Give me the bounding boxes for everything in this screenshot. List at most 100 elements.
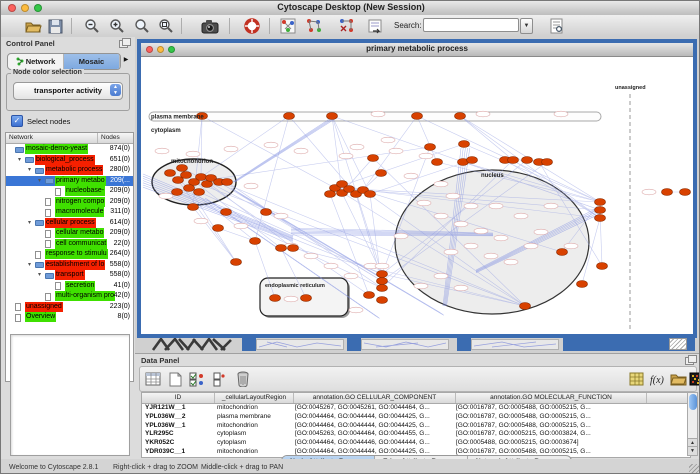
network-node[interactable]: [597, 263, 608, 270]
table-cell[interactable]: [GO:0044464, GO:0044444, GO:0044425, G..…: [292, 422, 453, 431]
background-window-edge[interactable]: [347, 338, 361, 351]
tree-row[interactable]: multi-organism pro42(0): [6, 291, 133, 302]
open-folder-button[interactable]: [23, 16, 43, 36]
network-node[interactable]: [377, 285, 388, 292]
background-window[interactable]: [361, 339, 449, 350]
tree-row-label[interactable]: multi-organism pro: [55, 291, 115, 301]
network-node[interactable]: [270, 295, 281, 302]
network-node[interactable]: [231, 259, 242, 266]
network-node[interactable]: [377, 278, 388, 285]
search-input[interactable]: [423, 18, 519, 32]
tree-row-label[interactable]: establishment of lo: [45, 260, 105, 270]
table-cell[interactable]: cytoplasm: [214, 430, 292, 439]
network-view-window[interactable]: primary metabolic process plasma membran…: [137, 39, 697, 338]
network-node[interactable]: [181, 172, 192, 179]
network-node[interactable]: [165, 170, 176, 177]
table-cell[interactable]: cytoplasm: [214, 439, 292, 448]
network-node[interactable]: [365, 191, 376, 198]
tree-row[interactable]: ▾establishment of lo558(0): [6, 260, 133, 271]
zoom-in-button[interactable]: [107, 16, 127, 36]
tree-row[interactable]: response to stimulu264(0): [6, 249, 133, 260]
tree-row-label[interactable]: cell communicat: [55, 239, 107, 249]
tree-row[interactable]: nucleobase-209(0): [6, 186, 133, 197]
zoom-selected-button[interactable]: [132, 16, 152, 36]
table-column-header[interactable]: annotation.GO CELLULAR_COMPONENT: [294, 393, 456, 403]
network-node[interactable]: [221, 209, 232, 216]
tab-network[interactable]: Network: [8, 54, 64, 69]
table-row[interactable]: YKR052Ccytoplasm[GO:0044464, GO:0044446,…: [142, 439, 690, 448]
network-node[interactable]: [177, 165, 188, 172]
help-button[interactable]: [242, 16, 262, 36]
network-node[interactable]: [522, 157, 533, 164]
table-cell[interactable]: YPL036W__1: [142, 422, 214, 431]
zoom-fit-button[interactable]: [156, 16, 176, 36]
create-view-button[interactable]: [304, 16, 324, 36]
network-node[interactable]: [325, 191, 336, 198]
network-node[interactable]: [459, 141, 470, 148]
network-node[interactable]: [455, 113, 466, 120]
scrollbar-thumb[interactable]: [689, 394, 697, 410]
network-node[interactable]: [376, 170, 387, 177]
tree-disclosure-icon[interactable]: ▾: [38, 176, 41, 187]
tree-row[interactable]: mosaic-demo-yeast874(0): [6, 144, 133, 155]
network-node[interactable]: [327, 113, 338, 120]
network-canvas[interactable]: plasma membranecytoplasmmitochondrionnuc…: [141, 56, 693, 334]
network-node[interactable]: [194, 189, 205, 196]
new-attribute-button[interactable]: [165, 369, 185, 389]
table-cell[interactable]: mitochondrion: [214, 448, 292, 457]
tree-disclosure-icon[interactable]: ▾: [38, 270, 41, 281]
network-node[interactable]: [595, 215, 606, 222]
tree-row-label[interactable]: response to stimulu: [45, 249, 108, 259]
table-cell[interactable]: YPL036W__2: [142, 413, 214, 422]
destroy-network-button[interactable]: [365, 16, 385, 36]
network-node[interactable]: [595, 207, 606, 214]
table-column-header[interactable]: annotation.GO MOLECULAR_FUNCTION: [456, 393, 647, 403]
table-cell[interactable]: YLR295C: [142, 430, 214, 439]
table-scrollbar[interactable]: ▲ ▼: [687, 392, 698, 456]
table-row[interactable]: YJR121W__1mitochondrion[GO:0045267, GO:0…: [142, 404, 690, 413]
network-node[interactable]: [432, 159, 443, 166]
select-attributes-button[interactable]: [187, 369, 207, 389]
tree-row[interactable]: secretion41(0): [6, 281, 133, 292]
tree-disclosure-icon[interactable]: ▾: [28, 165, 31, 176]
tree-row-label[interactable]: nucleobase-: [65, 186, 105, 196]
delete-attribute-button[interactable]: [233, 369, 253, 389]
attribute-table-button[interactable]: [143, 369, 163, 389]
network-node[interactable]: [284, 113, 295, 120]
table-cell[interactable]: YKR052C: [142, 439, 214, 448]
network-node[interactable]: [337, 181, 348, 188]
tree-row-label[interactable]: biological_process: [35, 155, 95, 165]
table-cell[interactable]: [GO:0044464, GO:0044444, GO:0044425, G..…: [292, 413, 453, 422]
network-node[interactable]: [276, 245, 287, 252]
table-cell[interactable]: [GO:0045263, GO:0044464, GO:0044455, G..…: [292, 430, 453, 439]
tab-mosaic[interactable]: Mosaic: [64, 54, 120, 69]
table-column-header[interactable]: _cellularLayoutRegion: [215, 393, 294, 403]
table-cell[interactable]: [GO:0005488, GO:0005215, GO:0003674]: [453, 439, 643, 448]
table-cell[interactable]: [GO:0016787, GO:0005215, GO:0003824, G..…: [453, 430, 643, 439]
vizmapper-button[interactable]: [278, 16, 298, 36]
network-node[interactable]: [261, 209, 272, 216]
table-column-header[interactable]: ID: [142, 393, 215, 403]
network-node[interactable]: [368, 155, 379, 162]
tree-row-label[interactable]: mosaic-demo-yeast: [25, 144, 88, 154]
table-row[interactable]: YLR295Ccytoplasm[GO:0045263, GO:0044464,…: [142, 430, 690, 439]
tree-row[interactable]: ▾biological_process651(0): [6, 155, 133, 166]
background-window-edge[interactable]: [457, 338, 471, 351]
attribute-table[interactable]: ID_cellularLayoutRegionannotation.GO CEL…: [141, 392, 691, 458]
tree-row[interactable]: ▾metabolic process280(0): [6, 165, 133, 176]
tab-overflow-arrow[interactable]: ▶: [121, 55, 131, 66]
tree-disclosure-icon[interactable]: ▾: [28, 260, 31, 271]
network-node[interactable]: [377, 297, 388, 304]
function-builder-button[interactable]: f(x): [647, 369, 667, 389]
network-node[interactable]: [288, 245, 299, 252]
table-cell[interactable]: YDR039C__1: [142, 448, 214, 457]
tree-row-label[interactable]: secretion: [65, 281, 95, 291]
float-panel-icon[interactable]: [119, 40, 128, 48]
network-node[interactable]: [508, 157, 519, 164]
tree-disclosure-icon[interactable]: ▾: [18, 155, 21, 166]
unselect-attributes-button[interactable]: [209, 369, 229, 389]
network-node[interactable]: [577, 281, 588, 288]
network-node[interactable]: [172, 189, 183, 196]
network-node[interactable]: [301, 295, 312, 302]
tree-row-label[interactable]: macromolecule: [55, 207, 104, 217]
